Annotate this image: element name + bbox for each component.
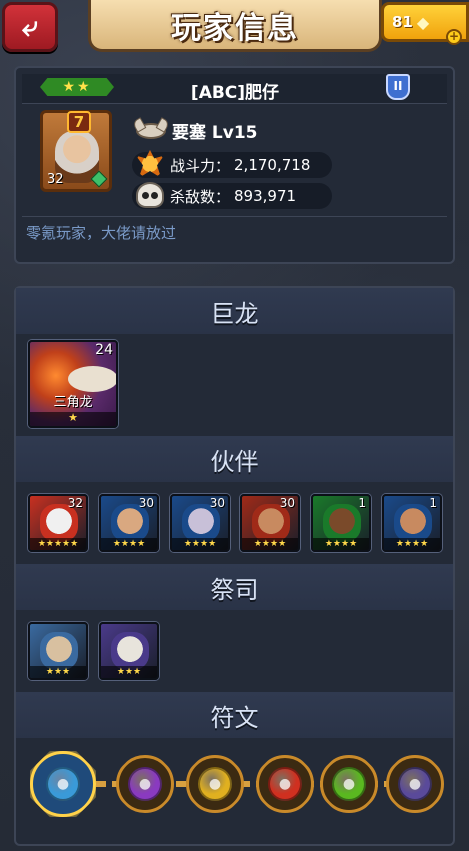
partner-stars: ★★★★ <box>313 538 369 550</box>
partner-level: 1 <box>429 496 437 510</box>
gem-counter[interactable]: 81 ◆ + <box>381 2 469 45</box>
dragon-name: 三角龙 <box>53 395 93 410</box>
partner-level: 30 <box>138 496 154 510</box>
partner-card[interactable]: 1 ★★★★ <box>311 494 371 552</box>
kills-label: 杀敌数： <box>170 187 231 206</box>
partner-level: 1 <box>358 496 366 510</box>
priest-stars: ★★★ <box>30 666 86 678</box>
rune-slot[interactable]: ● <box>186 755 244 813</box>
power-stat: 战斗力： 2,170,718 <box>132 152 332 178</box>
partner-stars: ★★★★★ <box>30 538 86 550</box>
partner-level: 30 <box>209 496 225 510</box>
priest-portrait <box>111 632 149 670</box>
partner-card[interactable]: 30 ★★★★ <box>240 494 300 552</box>
partner-stars: ★★★★ <box>172 538 228 550</box>
rune-gem-icon: ● <box>128 767 162 801</box>
rune-gem-icon: ● <box>198 767 232 801</box>
dragon-card[interactable]: 24 三角龙 ★ <box>28 340 118 428</box>
rune-slot[interactable]: ● <box>116 755 174 813</box>
header: ⤶ 玩家信息 81 ◆ + <box>0 0 469 58</box>
player-motto: 零氪玩家，大佬请放过 <box>26 224 177 242</box>
section-priests: 祭司 <box>16 564 453 610</box>
partner-card[interactable]: 32 ★★★★★ <box>28 494 88 552</box>
dragon-level: 24 <box>95 342 113 358</box>
priest-stars: ★★★ <box>101 666 157 678</box>
rune-slot[interactable]: ● <box>320 755 378 813</box>
priest-portrait <box>40 632 78 670</box>
partner-level: 32 <box>67 496 83 510</box>
divider <box>22 216 447 217</box>
section-dragon: 巨龙 <box>16 288 453 334</box>
page-title: 玩家信息 <box>171 10 299 46</box>
rune-gem-icon: ● <box>268 767 302 801</box>
rune-gem-icon: ● <box>332 767 366 801</box>
dragon-portrait <box>68 366 116 392</box>
rune-slot[interactable]: ● <box>256 755 314 813</box>
skull-icon <box>136 182 164 208</box>
avatar-level: 32 <box>47 172 64 187</box>
partner-stars: ★★★★ <box>101 538 157 550</box>
partner-card[interactable]: 30 ★★★★ <box>170 494 230 552</box>
partner-card[interactable]: 1 ★★★★ <box>382 494 442 552</box>
player-stars: ★★ <box>40 78 114 96</box>
rank-badge-icon: II <box>386 74 410 100</box>
horned-skull-icon <box>136 122 166 139</box>
player-avatar: 7 32 <box>40 110 112 192</box>
rune-slot[interactable]: ● <box>30 751 96 817</box>
partner-portrait <box>323 504 361 542</box>
gem-count: 81 <box>392 13 413 31</box>
back-button[interactable]: ⤶ <box>2 2 58 52</box>
title-banner: 玩家信息 <box>88 0 382 52</box>
partner-level: 30 <box>279 496 295 510</box>
partner-card[interactable]: 30 ★★★★ <box>99 494 159 552</box>
kills-value: 893,971 <box>234 187 297 205</box>
rune-gem-icon: ● <box>398 767 432 801</box>
partner-stars: ★★★★ <box>242 538 298 550</box>
fortress-row: 要塞 Lv15 <box>136 118 258 143</box>
section-runes: 符文 <box>16 692 453 738</box>
partner-portrait <box>394 504 432 542</box>
rune-gem-icon: ● <box>46 767 80 801</box>
back-arrow-icon: ⤶ <box>22 10 38 43</box>
priest-card[interactable]: ★★★ <box>28 622 88 680</box>
player-name: [ABC]肥仔 <box>190 83 280 103</box>
section-partners: 伙伴 <box>16 436 453 482</box>
avatar-badge: 7 <box>67 111 91 133</box>
dragon-stars: ★ <box>30 412 116 426</box>
partner-stars: ★★★★ <box>384 538 440 550</box>
fortress-level: 要塞 Lv15 <box>172 123 258 143</box>
power-value: 2,170,718 <box>234 156 311 174</box>
priest-card[interactable]: ★★★ <box>99 622 159 680</box>
power-label: 战斗力： <box>170 156 231 175</box>
rune-slot[interactable]: ● <box>386 755 444 813</box>
gem-icon: ◆ <box>416 12 430 32</box>
plus-icon[interactable]: + <box>446 29 462 45</box>
